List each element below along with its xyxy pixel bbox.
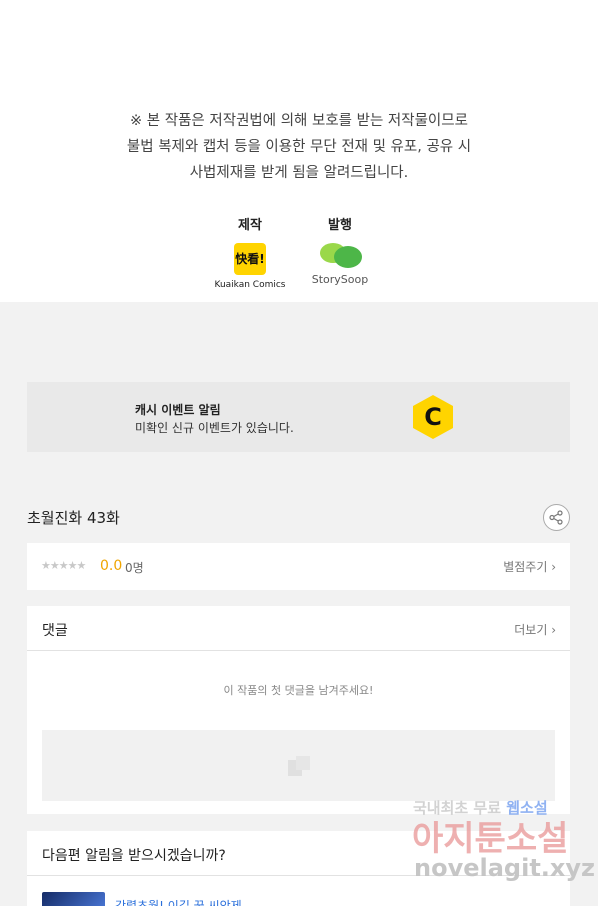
copyright-line-2: 불법 복제와 캡처 등을 이용한 무단 전재 및 유포, 공유 시: [126, 139, 472, 155]
cash-icon-letter: C: [424, 403, 442, 431]
copyright-section: ※ 본 작품은 저작권법에 의해 보호를 받는 저작물이므로 불법 복제와 캡처…: [0, 0, 598, 302]
empty-comments-message: 이 작품의 첫 댓글을 남겨주세요!: [223, 684, 374, 697]
comments-section: 댓글 더보기 › 이 작품의 첫 댓글을 남겨주세요!: [27, 606, 570, 814]
comments-more-link[interactable]: 더보기 ›: [514, 621, 556, 638]
producer-name: Kuaikan Comics: [214, 280, 286, 290]
comments-header: 댓글 더보기 ›: [27, 606, 570, 651]
notify-thumbnail[interactable]: [42, 892, 105, 906]
share-button[interactable]: [543, 504, 570, 531]
notify-header: 다음편 알림을 받으시겠습니까?: [27, 831, 570, 876]
next-episode-notification: 다음편 알림을 받으시겠습니까? 강렬초월! 이길 꿈 씨앗제: [27, 831, 570, 906]
copyright-line-1: ※ 본 작품은 저작권법에 의해 보호를 받는 저작물이므로: [130, 113, 468, 129]
cash-event-title: 캐시 이벤트 알림: [135, 403, 221, 417]
rating-bar: ★★★★★ 0.0 0명 별점주기 ›: [27, 543, 570, 590]
rate-button[interactable]: 별점주기 ›: [503, 558, 556, 575]
comment-input-placeholder[interactable]: [42, 730, 555, 801]
image-placeholder-icon: [288, 756, 310, 776]
share-icon: [549, 510, 563, 525]
kuaikan-logo-icon: 快看!: [234, 243, 266, 275]
episode-title: 초월진화 43화: [27, 509, 120, 527]
copyright-notice: ※ 본 작품은 저작권법에 의해 보호를 받는 저작물이므로 불법 복제와 캡처…: [0, 108, 598, 186]
comments-title: 댓글: [42, 623, 68, 639]
rating-stars: ★★★★★: [41, 559, 86, 572]
publisher-credit: 발행 StorySoop: [295, 214, 385, 286]
producer-credit: 제작 快看! Kuaikan Comics: [205, 214, 295, 290]
publisher-name: StorySoop: [311, 273, 369, 286]
notify-item-text[interactable]: 강렬초월! 이길 꿈 씨앗제: [115, 897, 242, 906]
notify-title: 다음편 알림을 받으시겠습니까?: [42, 848, 226, 864]
rating-count: 0명: [125, 561, 144, 575]
publisher-label: 발행: [328, 218, 352, 233]
producer-label: 제작: [238, 218, 262, 233]
storysoop-logo-icon: [316, 242, 364, 270]
cash-c-icon: C: [413, 395, 453, 439]
copyright-line-3: 사법제재를 받게 됨을 알려드립니다.: [189, 165, 409, 181]
cash-event-subtitle: 미확인 신규 이벤트가 있습니다.: [135, 421, 294, 435]
cash-event-banner[interactable]: 캐시 이벤트 알림 미확인 신규 이벤트가 있습니다. C: [27, 382, 570, 452]
rating-score: 0.0: [100, 558, 123, 574]
